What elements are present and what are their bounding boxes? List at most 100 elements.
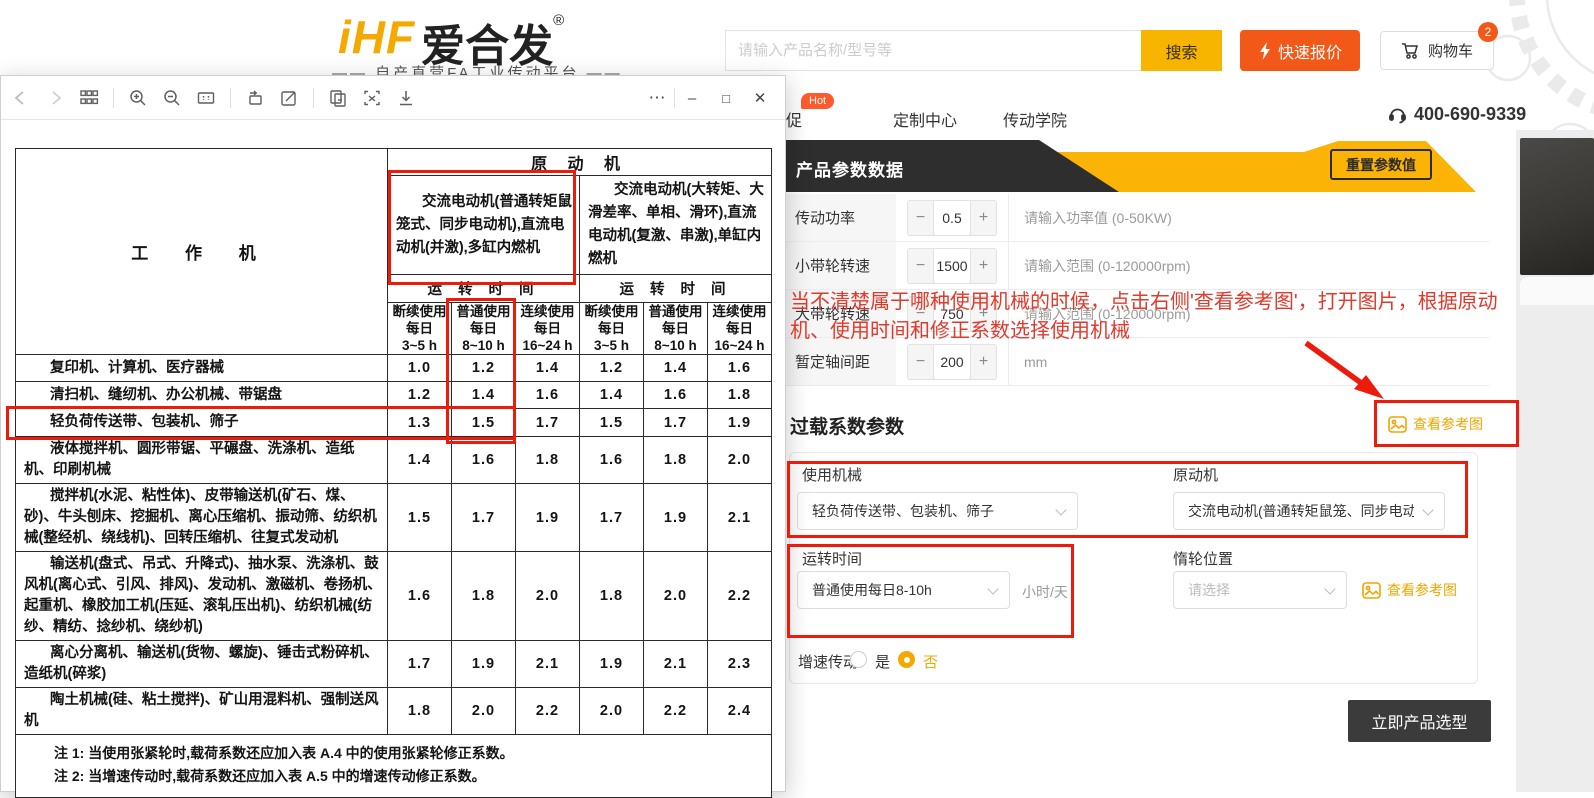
toolbar-divider bbox=[230, 88, 231, 108]
panel-title: 产品参数数据 bbox=[796, 156, 904, 181]
factor-value: 2.1 bbox=[708, 484, 772, 552]
factor-value: 1.4 bbox=[644, 355, 708, 382]
zoom-out-icon[interactable] bbox=[162, 88, 182, 108]
copy-page-icon[interactable] bbox=[328, 88, 348, 108]
param-hint: 请输入范围 (0-120000rpm) bbox=[1024, 290, 1191, 337]
download-icon[interactable] bbox=[396, 88, 416, 108]
minus-button[interactable]: − bbox=[908, 297, 933, 331]
chevron-down-icon bbox=[987, 583, 998, 594]
factor-value: 1.6 bbox=[516, 382, 580, 409]
quantity-stepper[interactable]: −750+ bbox=[907, 296, 997, 332]
factor-value: 1.7 bbox=[452, 484, 516, 552]
view-reference-button[interactable]: 查看参考图 bbox=[1388, 414, 1483, 434]
form-divider bbox=[1008, 194, 1009, 386]
cart-button[interactable]: 购物车 bbox=[1380, 31, 1494, 70]
edit-icon[interactable] bbox=[279, 88, 299, 108]
factor-value: 1.7 bbox=[516, 409, 580, 437]
search-input[interactable] bbox=[726, 31, 1141, 70]
param-hint: mm bbox=[1024, 338, 1047, 385]
plus-button[interactable]: + bbox=[971, 249, 996, 283]
runtime-select[interactable]: 普通使用每日8-10h bbox=[797, 571, 1010, 609]
factor-value: 2.2 bbox=[516, 688, 580, 735]
work-machine-name: 陶土机械(硅、粘土搅拌)、矿山用混料机、强制送风机 bbox=[16, 688, 388, 735]
nav-item-academy[interactable]: 传动学院 bbox=[1003, 107, 1067, 131]
chevron-down-icon bbox=[1324, 583, 1335, 594]
param-row: 小带轮转速−1500+请输入范围 (0-120000rpm) bbox=[786, 242, 1489, 290]
param-value-input[interactable]: 200 bbox=[933, 345, 971, 379]
thumbnails-icon[interactable] bbox=[79, 88, 99, 108]
factor-value: 1.9 bbox=[516, 484, 580, 552]
prime-mover-value: 交流电动机(普通转矩鼠笼、同步电动机), bbox=[1188, 501, 1414, 521]
back-icon[interactable] bbox=[11, 88, 31, 108]
work-machine-name: 清扫机、缝纫机、办公机械、带锯盘 bbox=[16, 382, 388, 409]
minus-button[interactable]: − bbox=[908, 201, 933, 235]
usage-header-cell: 连续使用每日16~24 h bbox=[516, 303, 580, 355]
minus-button[interactable]: − bbox=[908, 249, 933, 283]
idler-select[interactable]: 请选择 bbox=[1173, 571, 1347, 609]
factor-value: 2.0 bbox=[580, 688, 644, 735]
minimize-button[interactable]: – bbox=[675, 76, 709, 120]
factor-value: 1.8 bbox=[452, 552, 516, 641]
rotate-icon[interactable] bbox=[245, 88, 265, 108]
close-button[interactable]: ✕ bbox=[743, 76, 777, 120]
logo-ihf-text: iHF bbox=[338, 10, 415, 64]
work-machine-name: 轻负荷传送带、包装机、筛子 bbox=[16, 409, 388, 437]
param-value-input[interactable]: 0.5 bbox=[933, 201, 971, 235]
search-bar[interactable] bbox=[725, 30, 1141, 71]
usage-header-cell: 断续使用每日3~5 h bbox=[388, 303, 452, 355]
image-viewer-window: ⋯ – □ ✕ 工 作 机 原 动 机 交流电动机(普通转矩鼠笼式、同步电动机)… bbox=[0, 75, 786, 792]
quantity-stepper[interactable]: −200+ bbox=[907, 344, 997, 380]
view-reference-label: 查看参考图 bbox=[1387, 580, 1457, 600]
ocr-select-icon[interactable] bbox=[362, 88, 382, 108]
factor-value: 1.6 bbox=[388, 552, 452, 641]
factor-value: 1.4 bbox=[580, 382, 644, 409]
radio-yes[interactable] bbox=[850, 651, 867, 668]
param-value-input[interactable]: 750 bbox=[933, 297, 971, 331]
nav-item-promo[interactable]: 促 bbox=[786, 107, 802, 131]
chevron-down-icon bbox=[1422, 504, 1433, 515]
nav-item-custom-center[interactable]: 定制中心 bbox=[893, 107, 957, 131]
factor-value: 1.9 bbox=[644, 484, 708, 552]
work-machine-name: 液体搅拌机、圆形带锯、平碾盘、洗涤机、造纸机、印刷机械 bbox=[16, 437, 388, 484]
factor-value: 1.4 bbox=[516, 355, 580, 382]
quantity-stepper[interactable]: −0.5+ bbox=[907, 200, 997, 236]
view-reference-link-idler[interactable]: 查看参考图 bbox=[1362, 580, 1457, 600]
motor-type-b: 交流电动机(大转矩、大滑差率、单相、滑环),直流电动机(复激、串激),单缸内燃机 bbox=[580, 176, 772, 275]
minus-button[interactable]: − bbox=[908, 345, 933, 379]
usage-header-cell: 连续使用每日16~24 h bbox=[708, 303, 772, 355]
table-row: 输送机(盘式、吊式、升降式)、抽水泵、洗涤机、鼓风机(离心式、引风、排风)、发动… bbox=[16, 552, 772, 641]
plus-button[interactable]: + bbox=[971, 297, 996, 331]
factor-value: 1.7 bbox=[644, 409, 708, 437]
quantity-stepper[interactable]: −1500+ bbox=[907, 248, 997, 284]
plus-button[interactable]: + bbox=[971, 345, 996, 379]
overload-params-container bbox=[789, 452, 1478, 684]
factor-value: 2.0 bbox=[708, 437, 772, 484]
more-options-button[interactable]: ⋯ bbox=[640, 76, 674, 120]
factor-value: 1.5 bbox=[580, 409, 644, 437]
toolbar-divider bbox=[313, 88, 314, 108]
zoom-in-icon[interactable] bbox=[128, 88, 148, 108]
factor-value: 2.2 bbox=[644, 688, 708, 735]
table-note: 注 1: 当使用张紧轮时,载荷系数还应加入表 A.4 中的使用张紧轮修正系数。 bbox=[54, 742, 765, 765]
factor-value: 1.6 bbox=[452, 437, 516, 484]
plus-button[interactable]: + bbox=[971, 201, 996, 235]
maximize-button[interactable]: □ bbox=[709, 76, 743, 120]
prime-mover-select[interactable]: 交流电动机(普通转矩鼠笼、同步电动机), bbox=[1173, 492, 1445, 530]
param-rows: 传动功率−0.5+请输入功率值 (0-50KW)小带轮转速−1500+请输入范围… bbox=[786, 194, 1489, 386]
select-product-button[interactable]: 立即产品选型 bbox=[1348, 700, 1491, 742]
fit-size-icon[interactable] bbox=[196, 88, 216, 108]
factor-value: 1.2 bbox=[452, 355, 516, 382]
use-machine-select[interactable]: 轻负荷传送带、包装机、筛子 bbox=[797, 492, 1078, 530]
load-factor-table: 工 作 机 原 动 机 交流电动机(普通转矩鼠笼式、同步电动机),直流电动机(并… bbox=[15, 148, 772, 798]
reset-params-button[interactable]: 重置参数值 bbox=[1330, 149, 1432, 180]
radio-no-label[interactable]: 否 bbox=[923, 651, 938, 672]
param-value-input[interactable]: 1500 bbox=[933, 249, 971, 283]
radio-yes-label[interactable]: 是 bbox=[875, 651, 890, 672]
forward-icon[interactable] bbox=[45, 88, 65, 108]
factor-value: 2.2 bbox=[708, 552, 772, 641]
factor-value: 1.4 bbox=[388, 437, 452, 484]
search-button[interactable]: 搜索 bbox=[1141, 30, 1222, 71]
factor-value: 2.0 bbox=[516, 552, 580, 641]
factor-value: 2.1 bbox=[516, 641, 580, 688]
quick-quote-button[interactable]: 快速报价 bbox=[1240, 30, 1360, 71]
